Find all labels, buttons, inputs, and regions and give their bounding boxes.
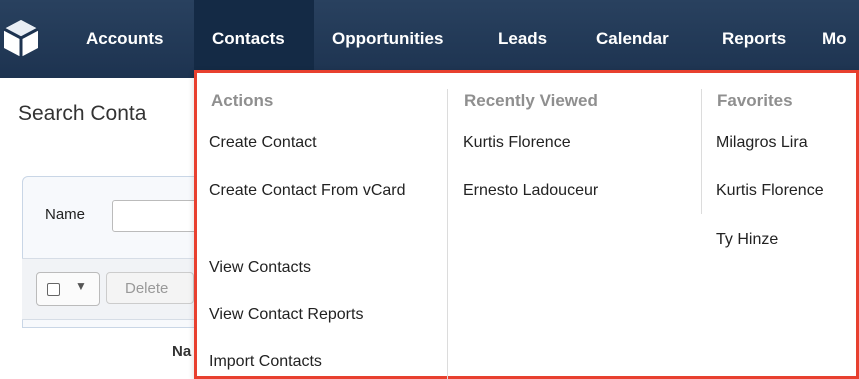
page-title: Search Conta: [18, 102, 147, 125]
menu-item-favorite-ty-hinze[interactable]: Ty Hinze: [716, 228, 778, 252]
column-divider: [701, 89, 702, 214]
menu-item-view-contacts[interactable]: View Contacts: [209, 256, 311, 280]
menu-item-import-contacts[interactable]: Import Contacts: [209, 350, 322, 374]
column-divider: [447, 89, 448, 379]
nav-item-more[interactable]: Mo: [822, 0, 847, 78]
menu-item-create-contact-from-vcard[interactable]: Create Contact From vCard: [209, 179, 409, 203]
menu-section-title-recently-viewed: Recently Viewed: [464, 91, 598, 110]
select-all-dropdown[interactable]: ▼: [36, 272, 100, 306]
delete-button[interactable]: Delete: [106, 272, 194, 304]
nav-item-reports[interactable]: Reports: [722, 0, 786, 78]
nav-item-opportunities[interactable]: Opportunities: [332, 0, 443, 78]
name-search-input[interactable]: [112, 200, 204, 232]
column-header-name[interactable]: Na: [172, 343, 191, 360]
menu-item-create-contact[interactable]: Create Contact: [209, 131, 317, 155]
menu-item-view-contact-reports[interactable]: View Contact Reports: [209, 303, 363, 327]
checkbox-icon[interactable]: [47, 283, 60, 296]
name-field-label: Name: [45, 206, 86, 223]
contacts-dropdown-menu: Actions Create Contact Create Contact Fr…: [194, 70, 859, 379]
top-navigation-bar: Accounts Contacts Opportunities Leads Ca…: [0, 0, 859, 78]
chevron-down-icon: ▼: [75, 279, 87, 293]
menu-item-recent-ernesto-ladouceur[interactable]: Ernesto Ladouceur: [463, 179, 598, 203]
nav-item-calendar[interactable]: Calendar: [596, 0, 669, 78]
menu-item-favorite-milagros-lira[interactable]: Milagros Lira: [716, 131, 808, 155]
menu-section-title-favorites: Favorites: [717, 91, 793, 110]
menu-section-title-actions: Actions: [211, 91, 274, 110]
cube-logo-icon[interactable]: [0, 17, 42, 59]
nav-item-contacts[interactable]: Contacts: [194, 0, 314, 78]
nav-item-accounts[interactable]: Accounts: [86, 0, 163, 78]
menu-item-recent-kurtis-florence[interactable]: Kurtis Florence: [463, 131, 571, 155]
menu-item-favorite-kurtis-florence[interactable]: Kurtis Florence: [716, 179, 824, 203]
nav-item-leads[interactable]: Leads: [498, 0, 547, 78]
